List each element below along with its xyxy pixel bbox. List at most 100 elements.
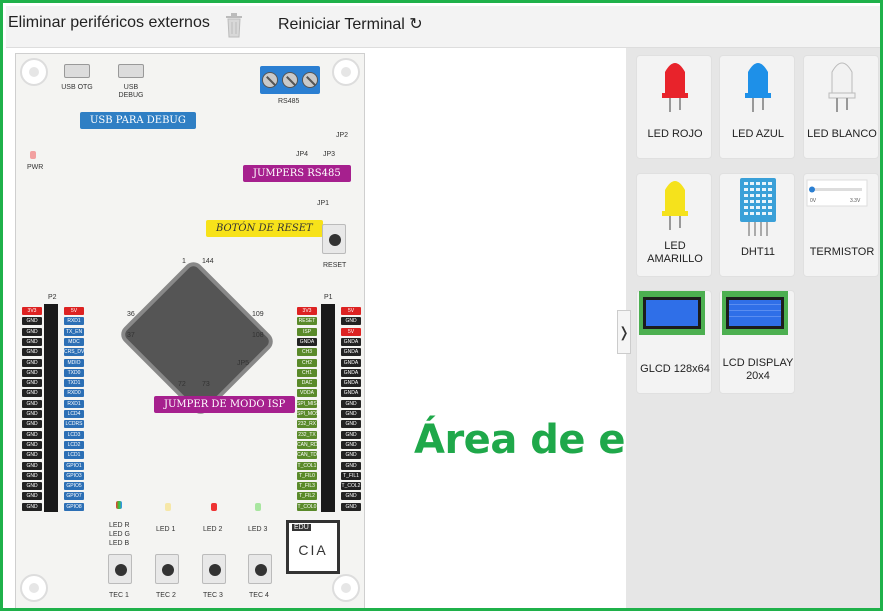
- pin-label: LCD1: [64, 451, 84, 460]
- usb-otg-connector: [64, 64, 90, 78]
- pin-label: SPI_MOSI: [297, 410, 321, 418]
- component-card[interactable]: 0V 3.3V TERMISTOR: [803, 173, 879, 277]
- rgb-led: [116, 501, 122, 509]
- pin-label: CH1: [297, 368, 317, 377]
- usb-debug-label: USB DEBUG: [118, 84, 144, 99]
- rs485-terminal: [260, 66, 320, 94]
- pin-label: GND: [341, 420, 361, 429]
- jumpers-rs485-tag: JUMPERS RS485: [243, 165, 351, 182]
- pin-label: GND: [22, 389, 42, 398]
- screw-icon: [282, 72, 298, 88]
- reset-button[interactable]: [322, 224, 346, 254]
- header-p1-label: P1: [324, 294, 333, 301]
- pin-label: GNDA: [341, 358, 361, 367]
- component-label: LED AMARILLO: [647, 240, 703, 265]
- pwr-label: PWR: [27, 164, 44, 171]
- pin-label: GND: [22, 420, 42, 429]
- tec2-label: TEC 2: [156, 592, 176, 599]
- component-card[interactable]: LCD DISPLAY 20x4: [719, 290, 795, 394]
- component-label: GLCD 128x64: [640, 363, 710, 375]
- jp1-label: JP1: [317, 200, 330, 207]
- mount-hole: [332, 574, 360, 602]
- tec1-button[interactable]: [108, 554, 132, 584]
- reset-tag: BOTÓN DE RESET: [206, 220, 323, 237]
- pin-label: RXD0: [64, 389, 84, 398]
- pin-label: GNDA: [341, 379, 361, 388]
- pin-label: GND: [22, 471, 42, 480]
- glcd-icon: [639, 291, 705, 335]
- pin-label: GNDA: [341, 368, 361, 377]
- component-card[interactable]: LED ROJO: [636, 55, 712, 159]
- pin-label: T_COL0: [297, 502, 317, 511]
- pin-label: 232_TX: [297, 430, 317, 439]
- header-p2: [44, 304, 58, 512]
- pin-label: GND: [22, 492, 42, 501]
- chip-pin-label: 1: [182, 258, 186, 265]
- pin-label: GND: [22, 451, 42, 460]
- pin-label: GND: [22, 368, 42, 377]
- pin-label: GND: [22, 317, 42, 326]
- svg-text:0V: 0V: [810, 198, 817, 204]
- pin-label: GND: [341, 410, 361, 418]
- pin-label: MDIO: [64, 358, 84, 367]
- pin-label: GND: [22, 379, 42, 388]
- component-card[interactable]: GLCD 128x64: [636, 290, 712, 394]
- pin-label: GND: [341, 430, 361, 439]
- pin-label: 5V: [64, 307, 84, 315]
- pin-label: 5V: [341, 327, 361, 336]
- pin-label: GNDA: [341, 337, 361, 346]
- jp4-label: JP4: [296, 151, 309, 158]
- pin-label: GND: [22, 337, 42, 346]
- pin-label: GNDA: [341, 389, 361, 398]
- led2-label: LED 2: [203, 526, 223, 533]
- led2: [211, 503, 217, 511]
- pin-label: VDDA: [297, 389, 317, 398]
- restart-terminal-button[interactable]: Reiniciar Terminal ↻: [278, 14, 423, 34]
- mount-hole: [20, 58, 48, 86]
- pin-label: LCDRS: [64, 420, 84, 429]
- usb-debug-tag: USB PARA DEBUG: [80, 112, 196, 129]
- component-card[interactable]: LED AMARILLO: [636, 173, 712, 277]
- pin-label: LCD3: [64, 430, 84, 439]
- led-red-icon: [662, 63, 688, 112]
- usb-otg-label: USB OTG: [61, 84, 93, 91]
- pin-label: GND: [22, 430, 42, 439]
- edu-label: EDU: [292, 524, 311, 531]
- pin-label: RXD1: [64, 399, 84, 408]
- chip-pin-label: 36: [127, 311, 135, 318]
- chip-pin-label: 109: [252, 311, 264, 318]
- tec2-button[interactable]: [155, 554, 179, 584]
- component-card[interactable]: DHT11: [719, 173, 795, 277]
- pin-label: GND: [341, 317, 361, 326]
- chip-pin-label: 144: [202, 258, 214, 265]
- pin-label: MDC: [64, 337, 84, 346]
- pin-label: T_COL2: [341, 482, 361, 491]
- component-card[interactable]: LED AZUL: [719, 55, 795, 159]
- led3-label: LED 3: [248, 526, 268, 533]
- component-label: DHT11: [740, 246, 776, 258]
- tec1-label: TEC 1: [109, 592, 129, 599]
- pin-label: GPIO1: [64, 461, 84, 470]
- tec3-button[interactable]: [202, 554, 226, 584]
- led3: [255, 503, 261, 511]
- led1-label: LED 1: [156, 526, 176, 533]
- pin-label: GND: [341, 440, 361, 449]
- pin-label: GND: [22, 327, 42, 336]
- trash-icon[interactable]: [224, 11, 244, 39]
- chip-pin-label: 72: [178, 381, 186, 388]
- rs485-label: RS485: [278, 98, 300, 105]
- jp2-label: JP2: [336, 132, 349, 139]
- pin-label: GPIO5: [64, 482, 84, 491]
- pin-label: GND: [22, 410, 42, 418]
- pin-label: CH3: [297, 348, 317, 357]
- remove-peripherals-button[interactable]: Eliminar periféricos externos: [8, 14, 210, 32]
- pin-label: LCD2: [64, 440, 84, 449]
- chip-pin-label: 37: [127, 332, 135, 339]
- pin-label: CAN_TD: [297, 451, 318, 460]
- collapse-panel-button[interactable]: ❭: [617, 310, 631, 354]
- led-rgb-label: LED R LED G LED B: [109, 522, 131, 547]
- tec4-button[interactable]: [248, 554, 272, 584]
- led-white-icon: [828, 62, 856, 112]
- pin-label: 3V3: [297, 307, 317, 315]
- component-card[interactable]: LED BLANCO: [803, 55, 879, 159]
